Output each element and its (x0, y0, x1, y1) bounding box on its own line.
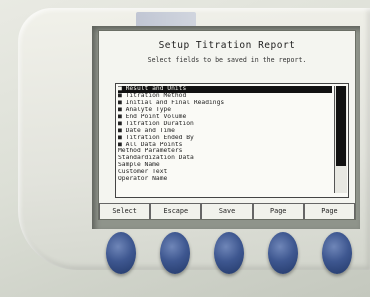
list-item[interactable]: ■ Analyte Type (118, 107, 332, 114)
softkey-save[interactable]: Save (201, 203, 253, 219)
list-item[interactable]: ■ End Point Volume (118, 114, 332, 121)
list-scrollbar[interactable] (334, 86, 347, 193)
list-item[interactable]: Standardization Data (118, 155, 332, 162)
list-item[interactable]: Operator Name (118, 176, 332, 183)
list-item[interactable]: ■ All Data Points (118, 142, 332, 149)
screen-title: Setup Titration Report (158, 40, 296, 51)
list-item[interactable]: ■ Titration Ended By (118, 135, 332, 142)
hardware-buttons (92, 232, 370, 276)
list-item[interactable]: ■ Result and Units (118, 86, 332, 93)
report-fields-list[interactable]: ■ Result and Units ■ Titration Method ■ In… (115, 83, 349, 198)
list-item[interactable]: ■ Titration Duration (118, 121, 332, 128)
list-item[interactable]: ■ Initial and Final Readings (118, 100, 332, 107)
lcd-screen: Setup Titration Report Select fields to … (98, 30, 356, 220)
instruction-text: Select fields to be saved in the report. (147, 56, 307, 64)
softkey-select[interactable]: Select (99, 203, 151, 219)
softkey-escape[interactable]: Escape (150, 203, 202, 219)
scrollbar-thumb[interactable] (336, 86, 346, 166)
softkey-bar: Select Escape Save Page Page (99, 203, 355, 219)
hardware-button-1[interactable] (106, 232, 136, 274)
list-item[interactable]: ■ Date and Time (118, 128, 332, 135)
list-item[interactable]: Method Parameters (118, 148, 332, 155)
softkey-page-up[interactable]: Page (252, 203, 304, 219)
list-item[interactable]: ■ Titration Method (118, 93, 332, 100)
instrument-bezel: Setup Titration Report Select fields to … (0, 0, 370, 297)
hardware-button-2[interactable] (160, 232, 190, 274)
hardware-button-3[interactable] (214, 232, 244, 274)
hardware-button-4[interactable] (268, 232, 298, 274)
list-item[interactable]: Sample Name (118, 162, 332, 169)
list-item[interactable]: Customer Text (118, 169, 332, 176)
field-items: ■ Result and Units ■ Titration Method ■ In… (118, 86, 332, 183)
hardware-button-5[interactable] (322, 232, 352, 274)
softkey-page-down[interactable]: Page (303, 203, 355, 219)
